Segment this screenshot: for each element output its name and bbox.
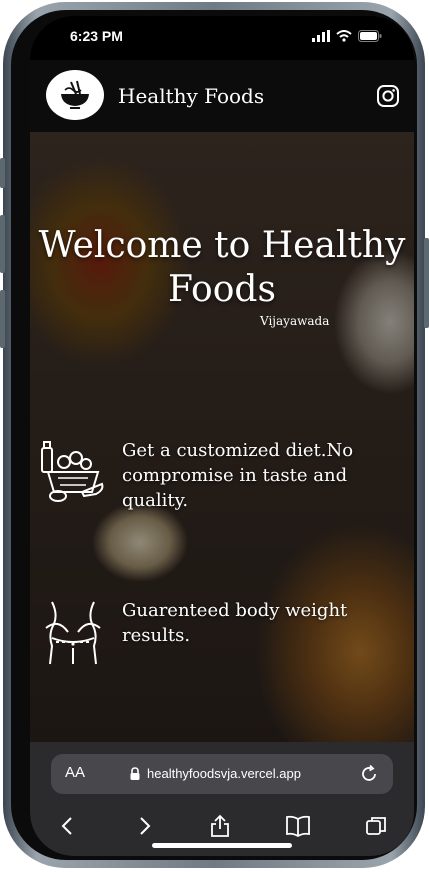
feature-text: Guarenteed body weight results.	[122, 600, 348, 646]
browser-nav	[30, 806, 414, 846]
browser-toolbar: AA healthyfoodsvja.vercel.app	[30, 742, 414, 856]
site-header: Healthy Foods	[30, 60, 414, 132]
power-button	[424, 238, 429, 328]
home-indicator	[152, 843, 292, 848]
battery-icon	[358, 30, 382, 42]
dynamic-island	[161, 24, 281, 52]
wifi-icon	[336, 30, 352, 42]
bowl-noodles-icon	[61, 80, 89, 109]
lock-icon	[130, 767, 140, 780]
feature-text: Get a customized diet.No compromise in t…	[122, 440, 354, 511]
logo[interactable]	[46, 70, 104, 120]
vegetable-basket-icon	[41, 441, 104, 502]
status-bar: 6:23 PM	[30, 16, 414, 60]
forward-icon[interactable]	[133, 815, 155, 837]
instagram-icon[interactable]	[376, 84, 400, 108]
status-time: 6:23 PM	[70, 28, 123, 44]
share-icon[interactable]	[209, 814, 231, 838]
body-waist-icon	[45, 601, 101, 665]
hero-section: Welcome to Healthy Foods Vijayawada Get …	[30, 132, 414, 742]
status-icons	[312, 30, 382, 42]
signal-icon	[312, 30, 330, 42]
url-text[interactable]: healthyfoodsvja.vercel.app	[147, 766, 301, 781]
feature-item: Guarenteed body weight results.	[38, 598, 392, 668]
mute-switch	[0, 158, 5, 188]
screen: 6:23 PM Healthy Foods Welcome to Healthy…	[30, 16, 414, 856]
volume-up-button	[0, 215, 5, 273]
feature-item: Get a customized diet.No compromise in t…	[38, 438, 392, 513]
tabs-icon[interactable]	[365, 815, 387, 837]
brand-name[interactable]: Healthy Foods	[118, 84, 264, 108]
text-size-button[interactable]: AA	[65, 764, 85, 781]
hero-title: Welcome to Healthy Foods	[38, 225, 406, 310]
back-icon[interactable]	[57, 815, 79, 837]
address-bar[interactable]: AA healthyfoodsvja.vercel.app	[51, 754, 393, 794]
bookmarks-icon[interactable]	[285, 815, 311, 837]
reload-icon[interactable]	[359, 764, 379, 784]
hero-content: Welcome to Healthy Foods Vijayawada Get …	[30, 132, 414, 742]
hero-subtitle: Vijayawada	[260, 314, 330, 328]
volume-down-button	[0, 290, 5, 348]
